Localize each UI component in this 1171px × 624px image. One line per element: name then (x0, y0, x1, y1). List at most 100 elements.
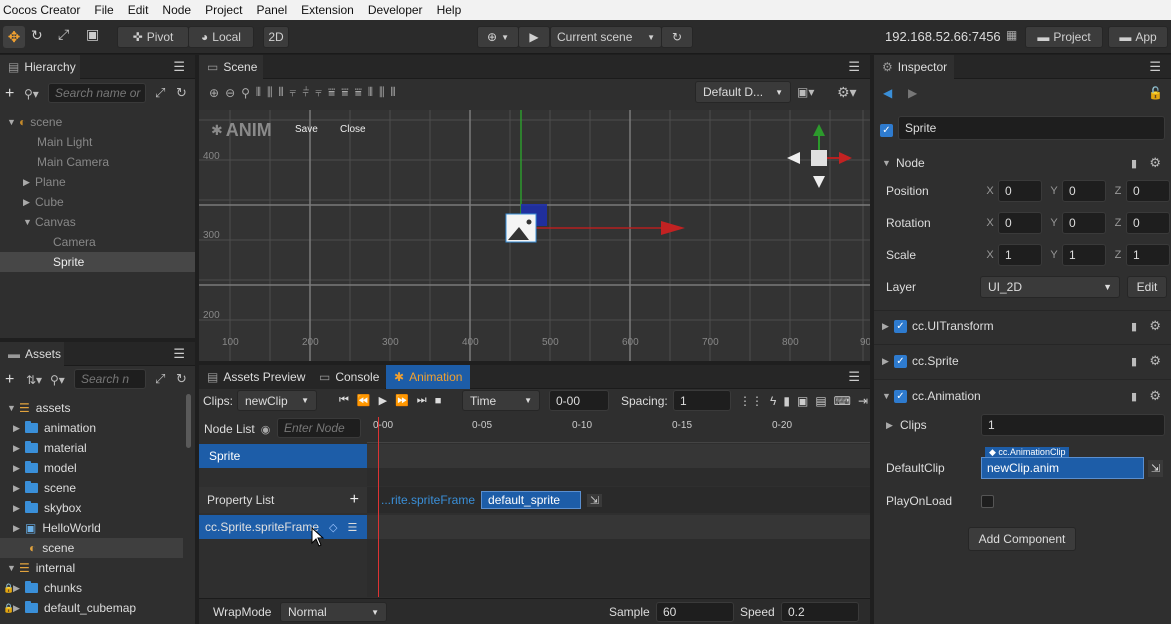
asset-scene-file[interactable]: ◐ scene (0, 538, 183, 558)
qrcode-icon[interactable]: ▦ (1006, 28, 1017, 42)
menu-icon[interactable]: ☰ (848, 59, 860, 75)
node-name-input[interactable]: Sprite (898, 116, 1165, 140)
distribute-top-icon[interactable]: ⩸ (328, 85, 335, 100)
scale-z-input[interactable]: 1 (1126, 244, 1170, 266)
asset-helloworld[interactable]: ▶ ▣ HelloWorld (13, 518, 101, 538)
move-tool-icon[interactable]: ✥ (3, 26, 25, 48)
anim-close-button[interactable]: Close (340, 124, 366, 135)
tree-item-main-light[interactable]: Main Light (37, 132, 92, 152)
layer-select[interactable]: UI_2D ▼ (980, 276, 1120, 298)
playonload-checkbox[interactable] (981, 494, 994, 508)
expand-icon[interactable]: ⤢ (155, 85, 165, 101)
save-icon[interactable]: ▣ (797, 394, 808, 408)
jump-last-icon[interactable]: ⏭ (417, 394, 427, 407)
wrapmode-select[interactable]: Normal ▼ (280, 602, 387, 622)
chevron-right-icon[interactable]: ▶ (886, 420, 900, 431)
refresh-icon[interactable]: ↻ (176, 371, 187, 387)
component-enabled-checkbox[interactable]: ✓ (894, 354, 907, 368)
time-mode-select[interactable]: Time ▼ (462, 390, 540, 411)
locate-asset-icon[interactable]: ⇲ (1148, 459, 1164, 477)
list-icon[interactable]: ☰ (348, 521, 358, 534)
asset-internal-db[interactable]: ▼ ☰ internal (7, 558, 75, 578)
tree-item-canvas[interactable]: ▼ Canvas (23, 212, 76, 232)
help-doc-icon[interactable]: ▮ (1131, 390, 1137, 403)
play-icon[interactable]: ▶ (379, 394, 387, 407)
tree-item-cube[interactable]: ▶ Cube (23, 192, 64, 212)
forward-arrow-icon[interactable]: ▶ (908, 86, 917, 100)
stop-icon[interactable]: ■ (435, 395, 442, 407)
playhead[interactable] (378, 417, 379, 597)
tree-item-plane[interactable]: ▶ Plane (23, 172, 66, 192)
component-sprite-header[interactable]: ▶ ✓ cc.Sprite ▮ ⚙ (874, 348, 1171, 374)
bookmark-icon[interactable]: ▮ (783, 394, 790, 408)
hierarchy-search-input[interactable]: Search name or (48, 83, 146, 103)
node-section-header[interactable]: ▼ Node ▮ ⚙ (874, 150, 1171, 176)
asset-folder-animation[interactable]: ▶ animation (13, 418, 96, 438)
mode-2d-button[interactable]: 2D (263, 26, 289, 48)
gear-icon[interactable]: ⚙ (1149, 155, 1161, 171)
pivot-button[interactable]: ✜ Pivot (117, 26, 189, 48)
unlock-icon[interactable]: 🔓 (1148, 86, 1163, 100)
node-track[interactable] (367, 444, 870, 468)
jump-first-icon[interactable]: ⏮ (339, 394, 349, 407)
property-value-field[interactable]: default_sprite (481, 491, 582, 509)
zoom-in-icon[interactable]: ⊕ (209, 86, 219, 100)
scene-select[interactable]: Current scene ▼ (550, 26, 662, 48)
expand-icon[interactable]: ⤢ (155, 371, 165, 387)
local-button[interactable]: ◕ Local (188, 26, 254, 48)
clip-select[interactable]: newClip ▼ (237, 390, 317, 411)
zoom-out-icon[interactable]: ⊖ (225, 86, 235, 100)
asset-folder-chunks[interactable]: 🔒 ▶ chunks (3, 578, 82, 598)
align-hcenter-icon[interactable]: ⫩ (302, 85, 309, 100)
scene-viewport[interactable]: ✱ ANIM Save Close 400 300 200 100 200 300… (199, 110, 870, 361)
tab-assets-preview[interactable]: ▤ Assets Preview (199, 365, 311, 389)
gear-icon[interactable]: ⚙ (1149, 318, 1161, 334)
play-button[interactable]: ▶ (518, 26, 550, 48)
rotation-x-input[interactable]: 0 (998, 212, 1042, 234)
add-asset-icon[interactable]: + (5, 371, 14, 389)
gear-icon[interactable]: ⚙▾ (837, 84, 857, 101)
gizmo-camera-icon[interactable]: ▣▾ (797, 85, 814, 99)
property-track[interactable] (367, 515, 870, 539)
align-bottom-icon[interactable]: ⫴ (279, 85, 284, 100)
menu-icon[interactable]: ☰ (848, 369, 860, 385)
component-enabled-checkbox[interactable]: ✓ (894, 319, 907, 333)
menu-help[interactable]: Help (430, 3, 469, 17)
align-left-icon[interactable]: ⫧ (290, 85, 297, 100)
help-doc-icon[interactable]: ▮ (1131, 320, 1137, 333)
tree-item-sprite[interactable]: Sprite (0, 252, 195, 272)
menu-node[interactable]: Node (155, 3, 198, 17)
align-right-icon[interactable]: ⫧ (315, 85, 322, 100)
tab-inspector[interactable]: ⚙ Inspector (874, 55, 954, 79)
next-frame-icon[interactable]: ⏩ (395, 394, 409, 407)
component-animation-header[interactable]: ▼ ✓ cc.Animation ▮ ⚙ (874, 383, 1171, 409)
prev-frame-icon[interactable]: ⏪ (357, 394, 371, 407)
document-icon[interactable]: ▤ (815, 394, 826, 408)
timeline-ruler[interactable]: 0-00 0-05 0-10 0-15 0-20 (367, 417, 870, 443)
defaultclip-asset-field[interactable]: newClip.anim (981, 457, 1144, 479)
add-property-icon[interactable]: + (350, 491, 359, 509)
tree-item-camera[interactable]: Camera (53, 232, 96, 252)
tab-animation[interactable]: ✱ Animation (386, 365, 470, 389)
platform-globe-button[interactable]: ⊕ ▼ (477, 26, 519, 48)
menu-icon[interactable]: ☰ (173, 59, 185, 75)
tab-console[interactable]: ▭ Console (311, 365, 385, 389)
refresh-button[interactable]: ↻ (661, 26, 693, 48)
tree-item-scene[interactable]: ▼ ◐ scene (7, 112, 62, 132)
scale-tool-icon[interactable]: ⤢ (58, 26, 69, 43)
asset-folder-model[interactable]: ▶ model (13, 458, 77, 478)
open-app-button[interactable]: ▬ App (1108, 26, 1168, 48)
distribute-hcenter-icon[interactable]: ⫼ (379, 85, 385, 100)
distribute-right-icon[interactable]: ⫴ (390, 85, 395, 100)
align-top-icon[interactable]: ⫴ (256, 85, 261, 100)
gear-icon[interactable]: ⚙ (1149, 388, 1161, 404)
refresh-icon[interactable]: ↻ (176, 85, 187, 101)
node-active-checkbox[interactable]: ✓ (880, 122, 893, 137)
tab-hierarchy[interactable]: ▤ Hierarchy (0, 55, 80, 79)
speed-input[interactable]: 0.2 (781, 602, 859, 622)
grid-icon[interactable]: ⋮⋮ (739, 394, 763, 408)
locate-asset-icon[interactable]: ⇲ (587, 493, 603, 507)
distribute-vcenter-icon[interactable]: ⩸ (341, 85, 348, 100)
tree-item-main-camera[interactable]: Main Camera (37, 152, 109, 172)
align-vcenter-icon[interactable]: ⫼ (267, 85, 273, 100)
